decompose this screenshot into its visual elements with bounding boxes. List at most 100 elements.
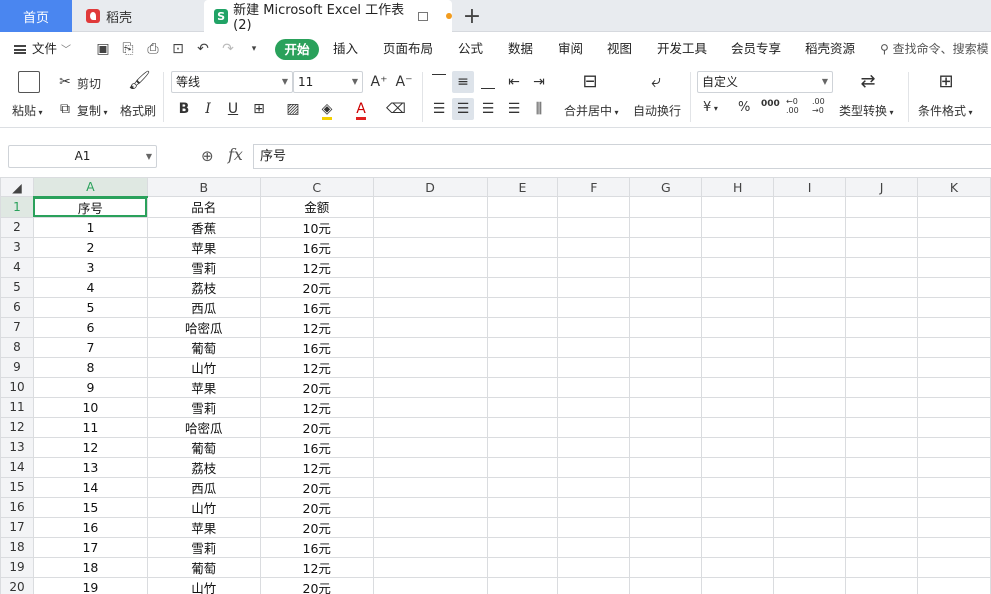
zoom-formula-icon[interactable]: ⊕	[201, 147, 214, 165]
row-header[interactable]: 3	[0, 236, 34, 258]
cell[interactable]	[773, 516, 847, 538]
cell[interactable]	[773, 356, 847, 378]
cell[interactable]: 20元	[259, 276, 374, 298]
cell[interactable]	[486, 536, 559, 558]
cell[interactable]	[701, 416, 775, 438]
cell[interactable]	[372, 576, 488, 594]
row-header[interactable]: 4	[0, 256, 34, 278]
cell[interactable]	[372, 436, 488, 458]
cell[interactable]	[629, 216, 703, 238]
cell[interactable]: 哈密瓜	[146, 316, 261, 338]
cell[interactable]: 20元	[259, 576, 374, 594]
cell[interactable]	[845, 456, 918, 478]
fill-color-icon[interactable]: ◈	[317, 99, 337, 120]
borders-icon[interactable]: ⊞	[249, 99, 269, 119]
cell[interactable]: 12元	[259, 316, 374, 338]
cell[interactable]	[629, 436, 703, 458]
cell[interactable]: 1	[32, 216, 148, 238]
cell[interactable]: 16	[32, 516, 148, 538]
distributed-align-icon[interactable]: ⫼	[529, 99, 549, 119]
align-left-icon[interactable]: ☰	[429, 99, 449, 119]
cell[interactable]	[845, 396, 918, 418]
cell[interactable]: 山竹	[146, 356, 261, 378]
column-header-f[interactable]: F	[557, 177, 631, 197]
cell[interactable]	[845, 216, 918, 238]
cell[interactable]	[701, 456, 775, 478]
row-header[interactable]: 2	[0, 216, 34, 238]
cell[interactable]	[773, 456, 847, 478]
new-tab-button[interactable]: +	[458, 2, 486, 30]
export-pdf-icon[interactable]: ⎘	[120, 41, 136, 57]
cell[interactable]	[557, 436, 631, 458]
row-header[interactable]: 11	[0, 396, 34, 418]
cell[interactable]	[557, 516, 631, 538]
cell[interactable]	[372, 476, 488, 498]
cell[interactable]	[486, 476, 559, 498]
tab-document[interactable]: S 新建 Microsoft Excel 工作表 (2)	[204, 0, 452, 33]
cell[interactable]	[557, 416, 631, 438]
cell[interactable]: 20元	[259, 516, 374, 538]
cell[interactable]	[557, 296, 631, 318]
cell[interactable]: 16元	[259, 436, 374, 458]
cell[interactable]	[917, 436, 991, 458]
cell[interactable]	[557, 536, 631, 558]
ribbon-tab-member[interactable]: 会员专享	[731, 32, 781, 66]
cell[interactable]	[845, 256, 918, 278]
cell[interactable]: 12元	[259, 356, 374, 378]
cell[interactable]	[845, 536, 918, 558]
cell[interactable]: 9	[32, 376, 148, 398]
cell[interactable]: 16元	[259, 296, 374, 318]
cell[interactable]	[486, 416, 559, 438]
cell[interactable]	[701, 496, 775, 518]
cell[interactable]	[629, 396, 703, 418]
row-header[interactable]: 1	[0, 196, 34, 218]
paste-button[interactable]: 粘贴 ▾	[12, 102, 43, 119]
cell[interactable]: 5	[32, 296, 148, 318]
increase-font-icon[interactable]: A⁺	[369, 72, 389, 92]
column-header-k[interactable]: K	[917, 177, 991, 197]
cell[interactable]: 20元	[259, 376, 374, 398]
cell[interactable]	[372, 536, 488, 558]
cell[interactable]	[557, 276, 631, 298]
cell[interactable]	[486, 336, 559, 358]
column-header-b[interactable]: B	[146, 177, 261, 197]
column-header-h[interactable]: H	[701, 177, 775, 197]
cell[interactable]	[845, 516, 918, 538]
cell[interactable]: 20元	[259, 416, 374, 438]
column-header-g[interactable]: G	[629, 177, 703, 197]
cell[interactable]	[557, 216, 631, 238]
currency-button[interactable]: ¥ ▾	[703, 100, 718, 115]
cell-style-icon[interactable]: ▨	[283, 99, 303, 119]
cell[interactable]: 12元	[259, 556, 374, 578]
column-header-e[interactable]: E	[486, 177, 559, 197]
cell[interactable]	[486, 556, 559, 578]
cell[interactable]	[372, 516, 488, 538]
cell[interactable]	[629, 356, 703, 378]
cell[interactable]	[845, 296, 918, 318]
file-menu[interactable]: 文件 ﹀	[14, 32, 71, 66]
cell[interactable]: 香蕉	[146, 216, 261, 238]
cell[interactable]	[557, 196, 631, 218]
tab-daoke[interactable]: 稻壳	[72, 0, 202, 32]
cell[interactable]	[845, 556, 918, 578]
cell[interactable]	[486, 376, 559, 398]
cell[interactable]	[773, 476, 847, 498]
cell[interactable]: 17	[32, 536, 148, 558]
column-header-a[interactable]: A	[32, 177, 148, 198]
row-header[interactable]: 8	[0, 336, 34, 358]
cell[interactable]	[917, 496, 991, 518]
ribbon-tab-data[interactable]: 数据	[508, 32, 533, 66]
cell[interactable]	[486, 236, 559, 258]
cell[interactable]	[701, 276, 775, 298]
cell[interactable]	[486, 456, 559, 478]
cell[interactable]	[372, 196, 488, 218]
cell[interactable]	[557, 496, 631, 518]
tab-home[interactable]: 首页	[0, 0, 72, 32]
row-header[interactable]: 9	[0, 356, 34, 378]
cell[interactable]	[917, 256, 991, 278]
increase-indent-icon[interactable]: ⇥	[529, 72, 549, 92]
type-convert-icon[interactable]: ⇄	[858, 72, 878, 92]
row-header[interactable]: 12	[0, 416, 34, 438]
cell[interactable]	[629, 236, 703, 258]
cell[interactable]	[557, 456, 631, 478]
